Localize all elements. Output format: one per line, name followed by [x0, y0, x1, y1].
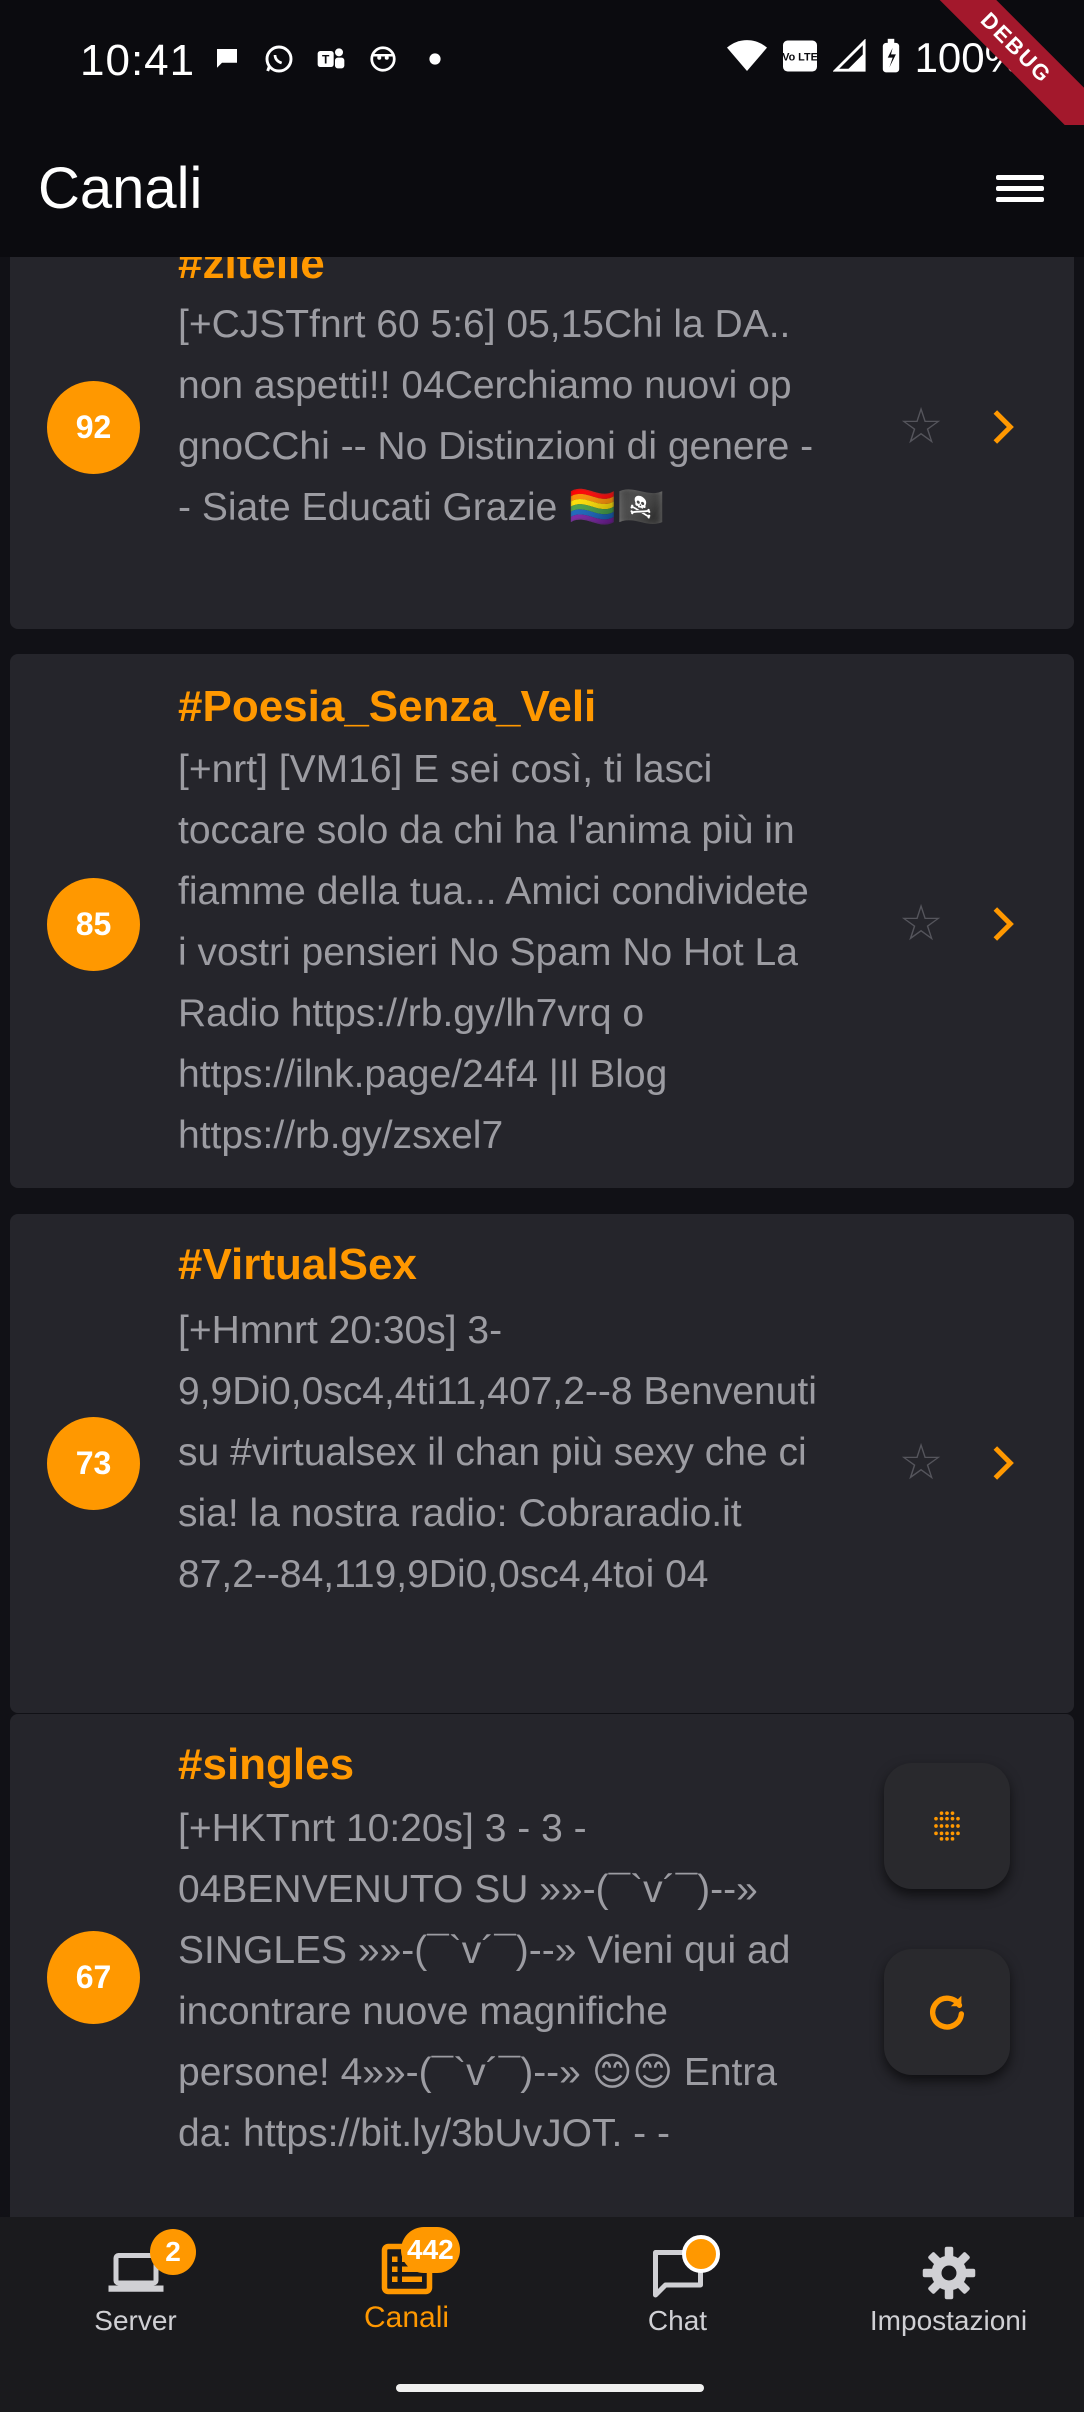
nav-item-chat[interactable]: Chat: [542, 2217, 813, 2367]
star-outline-icon[interactable]: ☆: [894, 1433, 948, 1491]
notification-icons: T: [210, 42, 452, 76]
menu-button[interactable]: [996, 169, 1044, 209]
channel-topic: [+Hmnrt 20:30s] 3-9,9Di0,0sc4,4ti11,407,…: [178, 1309, 817, 1596]
dot-icon: [418, 42, 452, 76]
system-icons: Vo LTE 100%: [726, 34, 1022, 82]
svg-text:Vo LTE: Vo LTE: [782, 51, 818, 63]
channel-name: #singles: [178, 1740, 355, 1789]
filter-button[interactable]: [884, 1763, 1010, 1889]
channel-topic: [+CJSTfnrt 60 5:6] 05,15Chi la DA.. non …: [178, 303, 814, 529]
channel-card[interactable]: 85 #Poesia_Senza_Veli [+nrt] [VM16] E se…: [10, 654, 1074, 1188]
signal-icon: [831, 37, 867, 78]
star-outline-icon[interactable]: ☆: [894, 397, 948, 455]
status-bar: 10:41 T Vo LTE 100% DEBUG: [0, 0, 1084, 155]
refresh-icon: [930, 1995, 965, 2030]
status-time: 10:41: [80, 36, 196, 85]
channel-topic: [+HKTnrt 10:20s] 3 - 3 - 04BENVENUTO SU …: [178, 1807, 791, 2155]
nav-label-chat: Chat: [647, 2305, 708, 2336]
menu-icon: [996, 175, 1044, 180]
bottom-navigation: 2 Server 442 Canali Chat Impostazioni: [0, 2217, 1084, 2412]
chevron-right-icon[interactable]: [982, 1443, 1022, 1483]
app-bar: Canali: [0, 125, 1084, 257]
star-outline-icon[interactable]: ☆: [894, 894, 948, 952]
channel-list[interactable]: 92 #zitelle [+CJSTfnrt 60 5:6] 05,15Chi …: [0, 257, 1084, 2217]
page-title: Canali: [38, 156, 203, 221]
app-icon: [366, 42, 400, 76]
wifi-icon: [726, 39, 767, 78]
chat-bubble-icon: [210, 42, 244, 76]
dots-grid-icon: [934, 1811, 960, 1841]
channel-name: #Poesia_Senza_Veli: [178, 682, 597, 731]
chevron-right-icon[interactable]: [982, 904, 1022, 944]
nav-label-canali: Canali: [363, 2301, 450, 2334]
nav-item-impostazioni[interactable]: Impostazioni: [813, 2217, 1084, 2367]
channel-name: #zitelle: [178, 257, 325, 288]
nav-item-server[interactable]: 2 Server: [0, 2217, 271, 2367]
gear-icon: [922, 2246, 975, 2300]
user-count-badge: 67: [47, 1931, 140, 2024]
channel-card[interactable]: 92 #zitelle [+CJSTfnrt 60 5:6] 05,15Chi …: [10, 257, 1074, 629]
home-indicator[interactable]: [396, 2384, 704, 2392]
channel-card[interactable]: 73 #VirtualSex [+Hmnrt 20:30s] 3-9,9Di0,…: [10, 1214, 1074, 1713]
teams-icon: T: [314, 42, 348, 76]
battery-icon: [881, 38, 901, 79]
nav-label-server: Server: [94, 2305, 177, 2336]
nav-item-canali[interactable]: 442 Canali: [271, 2217, 542, 2367]
channel-topic: [+nrt] [VM16] E sei così, ti lasci tocca…: [178, 748, 809, 1157]
user-count-badge: 73: [47, 1417, 140, 1510]
channels-badge: 442: [401, 2227, 460, 2273]
nav-label-impostazioni: Impostazioni: [869, 2305, 1028, 2336]
user-count-badge: 85: [47, 878, 140, 971]
chevron-right-icon[interactable]: [982, 407, 1022, 447]
server-badge: 2: [150, 2229, 196, 2275]
volte-icon: Vo LTE: [781, 39, 819, 78]
refresh-button[interactable]: [884, 1949, 1010, 2075]
chat-unread-dot: [682, 2235, 720, 2273]
svg-text:T: T: [322, 53, 330, 67]
channel-name: #VirtualSex: [178, 1240, 417, 1289]
user-count-badge: 92: [47, 381, 140, 474]
whatsapp-icon: [262, 42, 296, 76]
